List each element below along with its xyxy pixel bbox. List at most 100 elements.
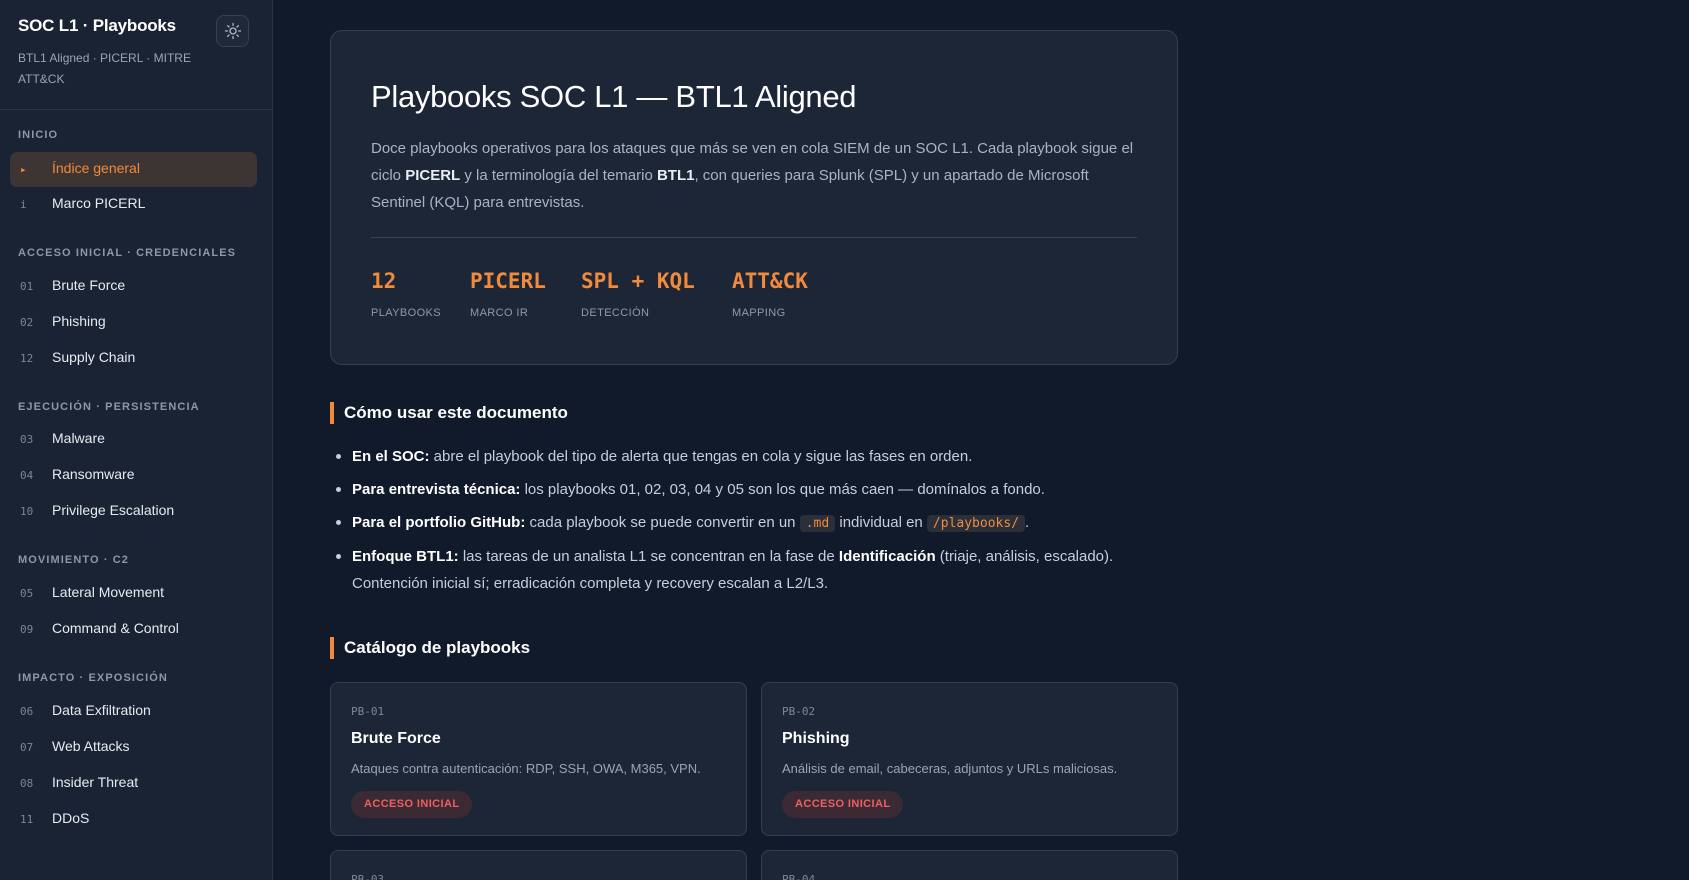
playbook-card-phishing[interactable]: PB-02 Phishing Análisis de email, cabece… — [761, 682, 1178, 836]
bullet-title: Enfoque BTL1: — [352, 548, 459, 565]
inline-code: /playbooks/ — [926, 515, 1026, 532]
card-title: Phishing — [782, 730, 850, 747]
sidebar-item-command-control[interactable]: 09 Command & Control — [10, 612, 257, 647]
sidebar-item-data-exfiltration[interactable]: 06 Data Exfiltration — [10, 694, 257, 729]
sidebar-title: SOC L1 · Playbooks — [18, 16, 176, 35]
stat-marco-ir: PICERL MARCO IR — [470, 269, 546, 319]
card-title: Brute Force — [351, 730, 441, 747]
nav-item-label: DDoS — [52, 810, 90, 826]
card-id: PB-03 — [351, 873, 385, 880]
sidebar-header: SOC L1 · Playbooks BTL1 Aligned · PICERL… — [0, 0, 272, 110]
stat-value: SPL + KQL — [581, 269, 695, 293]
divider — [371, 237, 1137, 238]
nav-item-label: Lateral Movement — [52, 584, 165, 600]
nav-item-number: 05 — [20, 587, 34, 600]
nav-item-number: 02 — [20, 316, 34, 329]
stat-label: PLAYBOOKS — [371, 307, 442, 319]
sidebar-item-brute-force[interactable]: 01 Brute Force — [10, 269, 257, 304]
stat-mapping: ATT&CK MAPPING — [732, 269, 808, 319]
nav-item-label: Ransomware — [52, 466, 135, 482]
stat-label: DETECCIÓN — [581, 307, 650, 319]
sidebar-item-lateral-movement[interactable]: 05 Lateral Movement — [10, 576, 257, 611]
hero-desc-bold: BTL1 — [656, 167, 695, 184]
nav-section-label: ACCESO INICIAL · CREDENCIALES — [18, 247, 237, 259]
playbook-card-pb04[interactable]: PB-04 — [761, 850, 1178, 880]
stat-value: 12 — [371, 269, 397, 293]
hero-description: Doce playbooks operativos para los ataqu… — [371, 135, 1141, 216]
stat-playbooks: 12 PLAYBOOKS — [371, 269, 441, 319]
card-id: PB-02 — [782, 705, 816, 718]
nav-section-label: MOVIMIENTO · C2 — [18, 554, 130, 566]
bullet-text: los playbooks 01, 02, 03, 04 y 05 son lo… — [520, 481, 1045, 498]
playbook-card-brute-force[interactable]: PB-01 Brute Force Ataques contra autenti… — [330, 682, 747, 836]
nav-item-label: Web Attacks — [52, 738, 130, 754]
playbook-card-pb03[interactable]: PB-03 — [330, 850, 747, 880]
sidebar-item-malware[interactable]: 03 Malware — [10, 422, 257, 457]
hero-desc-text: y la terminología del temario — [460, 167, 657, 184]
section-heading-text: Catálogo de playbooks — [344, 638, 531, 657]
bullet-text: las tareas de un analista L1 se concentr… — [458, 548, 839, 565]
nav-section-label: EJECUCIÓN · PERSISTENCIA — [18, 401, 200, 413]
nav-item-number: 12 — [20, 352, 34, 365]
stat-value: PICERL — [470, 269, 546, 293]
theme-toggle-button[interactable] — [216, 15, 249, 47]
usage-list: En el SOC: abre el playbook del tipo de … — [336, 443, 1126, 603]
stat-deteccion: SPL + KQL DETECCIÓN — [581, 269, 695, 319]
hero-card: Playbooks SOC L1 — BTL1 Aligned Doce pla… — [330, 30, 1178, 365]
sidebar-item-ddos[interactable]: 11 DDoS — [10, 802, 257, 837]
nav-item-label: Malware — [52, 430, 105, 446]
nav-item-label: Phishing — [52, 313, 106, 329]
nav-item-number: 08 — [20, 777, 34, 790]
bullet-text: cada playbook se puede convertir en un — [525, 514, 800, 531]
list-item: Para el portfolio GitHub: cada playbook … — [336, 509, 1126, 537]
page-title: Playbooks SOC L1 — BTL1 Aligned — [371, 79, 857, 114]
nav-item-number: ▸ — [20, 163, 27, 176]
nav-item-number: 06 — [20, 705, 34, 718]
sidebar-item-web-attacks[interactable]: 07 Web Attacks — [10, 730, 257, 765]
nav-item-number: 10 — [20, 505, 34, 518]
nav-item-number: i — [20, 198, 27, 211]
category-badge: ACCESO INICIAL — [351, 791, 473, 818]
stat-label: MARCO IR — [470, 307, 529, 319]
sidebar-item-marco-picerl[interactable]: i Marco PICERL — [10, 187, 257, 222]
sidebar: SOC L1 · Playbooks BTL1 Aligned · PICERL… — [0, 0, 273, 880]
nav-item-label: Brute Force — [52, 277, 126, 293]
sidebar-item-supply-chain[interactable]: 12 Supply Chain — [10, 341, 257, 376]
nav-item-number: 04 — [20, 469, 34, 482]
sun-icon — [224, 22, 241, 40]
nav-item-number: 01 — [20, 280, 34, 293]
list-item: Enfoque BTL1: las tareas de un analista … — [336, 543, 1126, 597]
category-badge: ACCESO INICIAL — [782, 791, 904, 818]
stat-label: MAPPING — [732, 307, 786, 319]
bullet-bold: Identificación — [838, 548, 936, 565]
card-description: Análisis de email, cabeceras, adjuntos y… — [782, 761, 1118, 776]
inline-code: .md — [799, 515, 836, 532]
bullet-text: . — [1025, 514, 1030, 531]
nav-item-number: 09 — [20, 623, 34, 636]
nav-item-number: 11 — [20, 813, 34, 826]
nav-section-label: INICIO — [18, 129, 59, 141]
sidebar-item-insider-threat[interactable]: 08 Insider Threat — [10, 766, 257, 801]
nav-item-label: Supply Chain — [52, 349, 136, 365]
sidebar-item-indice-general[interactable]: ▸ Índice general — [10, 152, 257, 187]
section-heading-text: Cómo usar este documento — [344, 403, 568, 422]
nav-section-label: IMPACTO · EXPOSICIÓN — [18, 672, 168, 684]
sidebar-item-ransomware[interactable]: 04 Ransomware — [10, 458, 257, 493]
nav-item-label: Marco PICERL — [52, 195, 146, 211]
nav-item-number: 07 — [20, 741, 34, 754]
nav-item-label: Command & Control — [52, 620, 179, 636]
nav-item-label: Data Exfiltration — [52, 702, 151, 718]
section-heading-catalog: Catálogo de playbooks — [330, 637, 530, 659]
sidebar-subtitle: BTL1 Aligned · PICERL · MITRE ATT&CK — [18, 51, 191, 86]
card-description: Ataques contra autenticación: RDP, SSH, … — [351, 761, 701, 776]
stat-value: ATT&CK — [732, 269, 808, 293]
card-id: PB-01 — [351, 705, 385, 718]
nav-item-number: 03 — [20, 433, 34, 446]
bullet-title: En el SOC: — [352, 448, 430, 465]
bullet-title: Para el portfolio GitHub: — [352, 514, 526, 531]
sidebar-item-phishing[interactable]: 02 Phishing — [10, 305, 257, 340]
nav-item-label: Insider Threat — [52, 774, 139, 790]
hero-desc-bold: PICERL — [405, 167, 461, 184]
nav-item-label: Privilege Escalation — [52, 502, 175, 518]
sidebar-item-privilege-escalation[interactable]: 10 Privilege Escalation — [10, 494, 257, 529]
